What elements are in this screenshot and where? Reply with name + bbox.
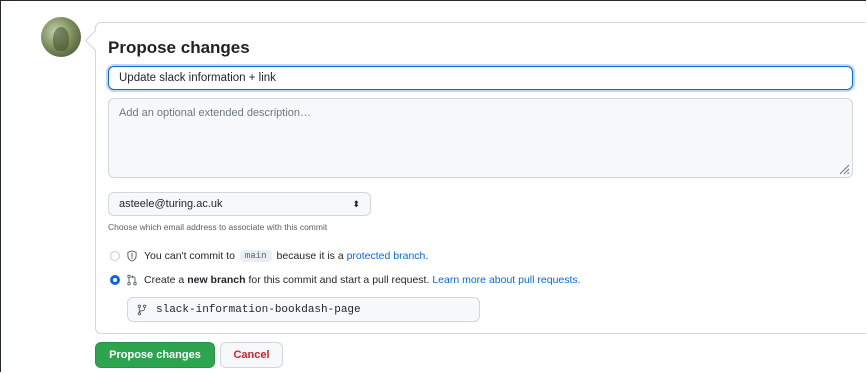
page-title: Propose changes	[108, 38, 250, 57]
branch-name-field[interactable]	[127, 297, 480, 322]
git-branch-icon	[137, 304, 147, 315]
resize-grip-icon[interactable]	[838, 163, 850, 175]
direct-commit-end: .	[425, 250, 429, 262]
email-select[interactable]: asteele@turing.ac.uk ⬍	[108, 192, 371, 216]
learn-more-pull-requests-link[interactable]: Learn more about pull requests.	[432, 274, 580, 286]
shield-icon	[127, 250, 137, 262]
option-direct-commit: You can't commit to main because it is a…	[110, 250, 428, 262]
commit-description-textarea[interactable]	[108, 98, 853, 178]
protected-branch-link[interactable]: protected branch	[347, 250, 426, 262]
radio-new-branch[interactable]	[110, 275, 120, 285]
new-branch-prefix: Create a	[144, 274, 185, 286]
branch-code-main: main	[239, 250, 272, 262]
direct-commit-middle: because it is a	[276, 250, 344, 262]
propose-changes-button[interactable]: Propose changes	[95, 342, 215, 368]
select-arrows-icon: ⬍	[352, 198, 360, 209]
branch-name-input[interactable]	[154, 302, 479, 317]
new-branch-middle: for this commit and start a pull request…	[248, 274, 430, 286]
avatar[interactable]	[41, 17, 81, 57]
pull-request-icon	[127, 274, 137, 286]
new-branch-bold: new branch	[187, 274, 246, 286]
commit-summary-input[interactable]	[108, 66, 853, 90]
cancel-button[interactable]: Cancel	[220, 342, 283, 368]
email-select-value: asteele@turing.ac.uk	[119, 198, 223, 210]
option-new-branch[interactable]: Create a new branch for this commit and …	[110, 274, 581, 286]
direct-commit-prefix: You can't commit to	[144, 250, 235, 262]
email-hint: Choose which email address to associate …	[108, 222, 328, 232]
radio-direct-commit	[110, 251, 120, 261]
